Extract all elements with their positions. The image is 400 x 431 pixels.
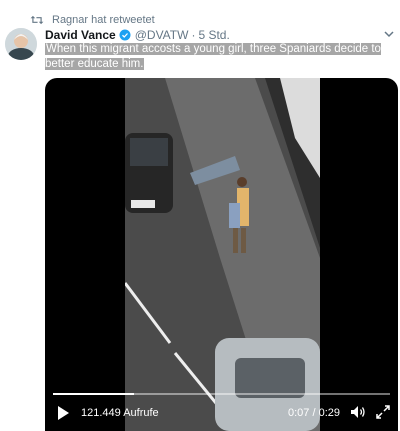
volume-icon[interactable] bbox=[350, 405, 366, 419]
play-icon[interactable] bbox=[55, 405, 71, 421]
verified-badge-icon bbox=[119, 29, 131, 41]
retweet-label: Ragnar hat retweetet bbox=[52, 14, 155, 26]
fullscreen-icon[interactable] bbox=[376, 405, 390, 419]
video-scene bbox=[125, 78, 320, 431]
video-frame[interactable] bbox=[125, 78, 320, 431]
tweet-timestamp[interactable]: 5 Std. bbox=[198, 28, 229, 42]
progress-bar[interactable] bbox=[53, 393, 390, 395]
video-player[interactable]: 121.449 Aufrufe 0:07 / 0:29 bbox=[45, 78, 398, 431]
video-controls: 121.449 Aufrufe 0:07 / 0:29 bbox=[45, 391, 398, 431]
tweet-header: David Vance @DVATW · 5 Std. bbox=[45, 27, 230, 43]
tweet-text: When this migrant accosts a young girl, … bbox=[45, 42, 385, 72]
video-timecode: 0:07 / 0:29 bbox=[288, 407, 340, 419]
author-handle[interactable]: @DVATW bbox=[135, 28, 189, 42]
retweet-context: Ragnar hat retweetet bbox=[30, 12, 155, 28]
retweet-icon bbox=[30, 15, 44, 25]
separator-dot: · bbox=[191, 28, 196, 42]
avatar[interactable] bbox=[5, 28, 37, 60]
progress-fill bbox=[53, 393, 134, 395]
author-name[interactable]: David Vance bbox=[45, 28, 116, 42]
tweet-text-content: When this migrant accosts a young girl, … bbox=[45, 43, 381, 70]
chevron-down-icon[interactable] bbox=[384, 29, 394, 39]
view-count: 121.449 Aufrufe bbox=[81, 407, 159, 419]
